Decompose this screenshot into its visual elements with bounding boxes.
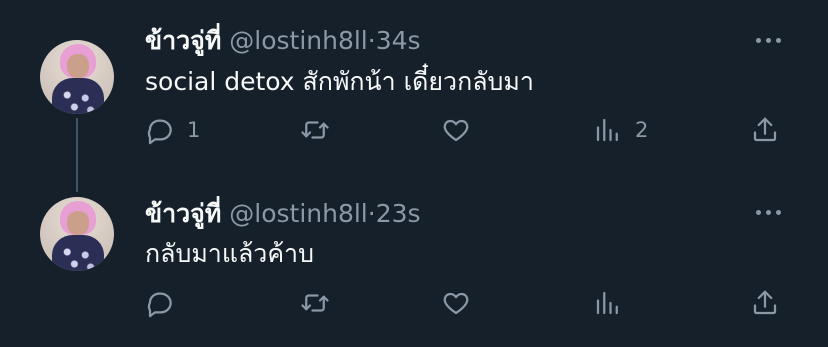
timestamp[interactable]: 34s [376, 26, 421, 55]
share-button[interactable] [750, 286, 780, 320]
reply-icon [147, 119, 172, 145]
more-icon [755, 37, 761, 43]
handle[interactable]: @lostinh8ll [229, 26, 368, 55]
avatar-body [52, 78, 104, 114]
tweet-2[interactable]: ข้าวจู่ที่ @lostinh8ll·23s กลับมาแล้วค้า… [0, 190, 828, 347]
views-icon [596, 291, 618, 315]
tweet-actions: 1 2 [145, 113, 785, 147]
separator-dot: · [367, 26, 376, 55]
share-icon [753, 290, 777, 315]
tweet-1[interactable]: ข้าวจู่ที่ @lostinh8ll·34s social detox … [0, 0, 828, 190]
reply-count: 1 [187, 118, 201, 142]
share-icon [753, 117, 777, 142]
like-icon [443, 119, 469, 142]
more-options-button[interactable] [750, 202, 786, 222]
retweet-icon [301, 294, 329, 312]
more-options-button[interactable] [750, 30, 786, 50]
views-button[interactable] [593, 286, 635, 320]
avatar[interactable] [40, 40, 114, 114]
reply-icon [147, 292, 172, 318]
share-button[interactable] [750, 113, 780, 147]
avatar-face [67, 54, 89, 78]
reply-button[interactable]: 1 [145, 113, 200, 147]
retweet-icon [301, 121, 329, 139]
tweet-header: ข้าวจู่ที่ @lostinh8ll·23s [145, 199, 421, 229]
like-icon [443, 292, 469, 315]
views-icon [596, 118, 618, 142]
tweet-text: กลับมาแล้วค้าบ [145, 239, 314, 268]
display-name[interactable]: ข้าวจู่ที่ [145, 199, 221, 228]
views-count: 2 [635, 118, 649, 142]
like-button[interactable] [441, 286, 471, 320]
retweet-button[interactable] [300, 113, 330, 147]
avatar-body [52, 235, 104, 271]
more-icon [755, 209, 761, 215]
like-button[interactable] [441, 113, 471, 147]
views-button[interactable]: 2 [593, 113, 648, 147]
tweet-actions [145, 286, 785, 320]
reply-button[interactable] [145, 286, 187, 320]
display-name[interactable]: ข้าวจู่ที่ [145, 26, 221, 55]
tweet-text: social detox สักพักน้า เดี๋ยวกลับมา [145, 67, 534, 96]
avatar[interactable] [40, 197, 114, 271]
avatar-face [67, 211, 89, 235]
tweet-header: ข้าวจู่ที่ @lostinh8ll·34s [145, 26, 421, 56]
timestamp[interactable]: 23s [376, 199, 421, 228]
retweet-button[interactable] [300, 286, 330, 320]
separator-dot: · [367, 199, 376, 228]
handle[interactable]: @lostinh8ll [229, 199, 368, 228]
